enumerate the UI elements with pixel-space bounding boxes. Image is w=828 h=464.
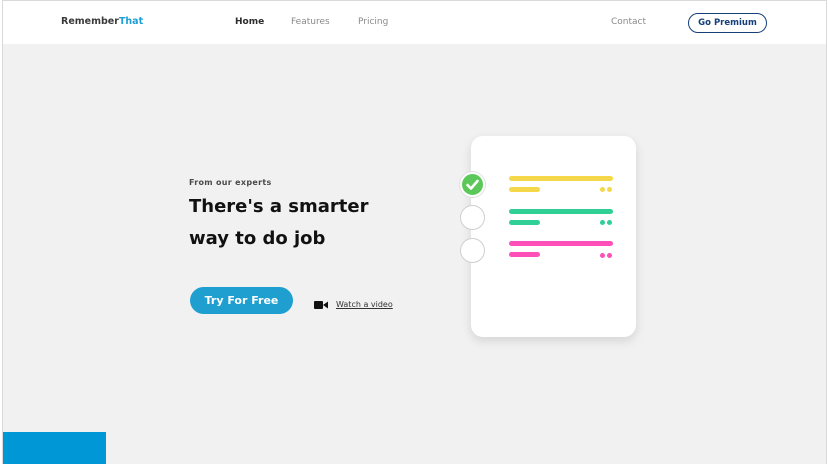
- task-line-long: [509, 241, 613, 246]
- try-for-free-button[interactable]: Try For Free: [190, 287, 293, 314]
- task-checked-icon: [460, 172, 485, 197]
- task-list-illustration-card: [471, 136, 636, 337]
- task-dot: [607, 187, 612, 192]
- bottom-accent-block: [3, 432, 106, 464]
- task-dot: [607, 253, 612, 258]
- task-dot: [600, 253, 605, 258]
- nav-home-link[interactable]: Home: [235, 17, 264, 27]
- watch-video-label: Watch a video: [336, 300, 393, 309]
- brand-name-main: Remember: [61, 16, 119, 27]
- nav-pricing-link[interactable]: Pricing: [358, 17, 388, 27]
- task-line-long: [509, 176, 613, 181]
- task-unchecked-icon: [460, 205, 485, 230]
- hero-eyebrow: From our experts: [189, 178, 272, 187]
- nav-features-link[interactable]: Features: [291, 17, 330, 27]
- nav-contact-link[interactable]: Contact: [611, 17, 646, 27]
- task-line-short: [509, 252, 540, 257]
- task-line-short: [509, 187, 540, 192]
- task-line-long: [509, 209, 613, 214]
- task-dot: [600, 187, 605, 192]
- task-dot: [607, 220, 612, 225]
- task-dot: [600, 220, 605, 225]
- go-premium-button[interactable]: Go Premium: [688, 13, 767, 33]
- watch-video-link[interactable]: Watch a video: [314, 295, 393, 314]
- top-navbar: RememberThat Home Features Pricing Conta…: [3, 1, 826, 44]
- page: RememberThat Home Features Pricing Conta…: [2, 0, 827, 464]
- task-unchecked-icon: [460, 238, 485, 263]
- brand-logo[interactable]: RememberThat: [61, 16, 143, 27]
- hero-headline: There's a smarter way to do job: [189, 196, 369, 249]
- task-line-short: [509, 220, 540, 225]
- brand-name-accent: That: [118, 16, 144, 27]
- video-camera-icon: [314, 295, 328, 314]
